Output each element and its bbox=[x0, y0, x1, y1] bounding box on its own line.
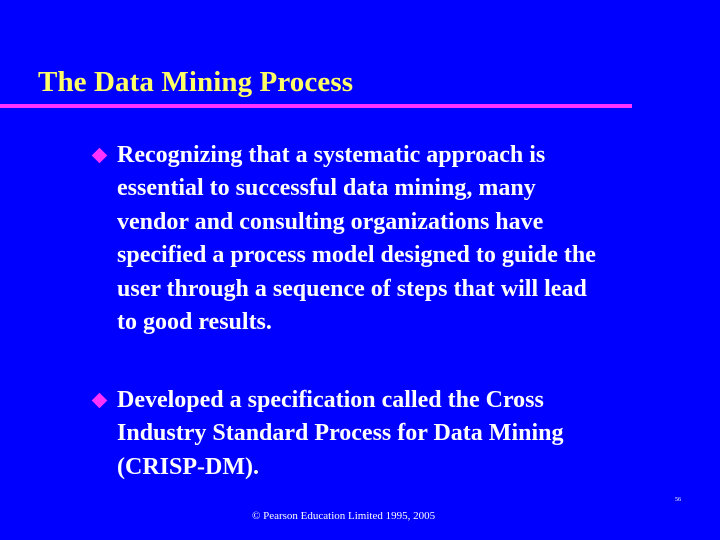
bullet-line: Developed a specification called the Cro… bbox=[117, 387, 544, 413]
bullet-line: user through a sequence of steps that wi… bbox=[117, 275, 587, 302]
bullet-line: vendor and consulting organizations have bbox=[117, 208, 544, 235]
slide: The Data Mining Process Recognizing that… bbox=[0, 0, 720, 540]
bullet-text: Recognizing that a systematic approach i… bbox=[117, 139, 687, 339]
slide-title: The Data Mining Process bbox=[38, 66, 354, 98]
bullet-line: Recognizing that a systematic approach i… bbox=[117, 142, 546, 168]
title-underline-divider bbox=[0, 104, 632, 108]
bullet-line: Industry Standard Process for Data Minin… bbox=[117, 420, 564, 447]
copyright-footer: © Pearson Education Limited 1995, 2005 bbox=[252, 510, 436, 522]
bullet-line: essential to successful data mining, man… bbox=[117, 175, 536, 202]
diamond-bullet-icon bbox=[91, 147, 108, 164]
bullet-line: to good results. bbox=[117, 309, 272, 336]
bullet-text: Developed a specification called the Cro… bbox=[117, 384, 687, 484]
slide-number: 56 bbox=[675, 497, 681, 503]
bullet-line: (CRISP-DM). bbox=[117, 453, 259, 480]
bullet-line: specified a process model designed to gu… bbox=[117, 242, 596, 269]
diamond-bullet-icon bbox=[91, 392, 108, 409]
